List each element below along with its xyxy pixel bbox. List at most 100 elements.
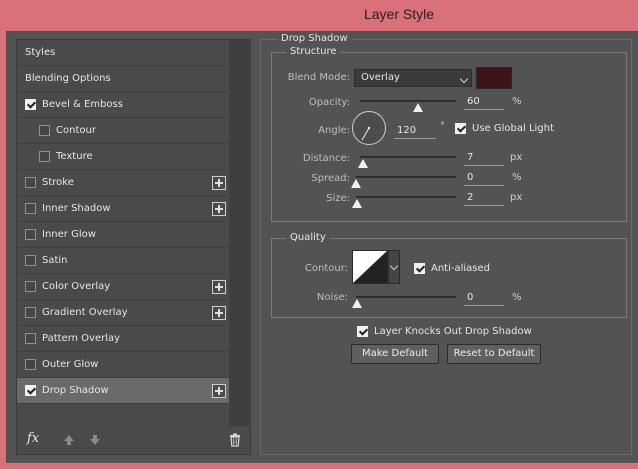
blend-mode-select[interactable]: Overlay: [354, 69, 472, 87]
size-slider-thumb[interactable]: [352, 199, 362, 208]
bevel-and-emboss-checkbox[interactable]: [25, 99, 36, 110]
angle-label: Angle:: [318, 125, 350, 136]
style-item-label: Inner Shadow: [42, 203, 111, 214]
style-item-label: Outer Glow: [42, 359, 99, 370]
reset-to-default-button[interactable]: Reset to Default: [447, 344, 541, 364]
styles-panel: Styles Blending Options Bevel & Emboss Cont…: [16, 39, 251, 455]
style-item-satin[interactable]: Satin: [17, 248, 229, 274]
noise-label: Noise:: [316, 292, 348, 303]
quality-group: Quality Contour: Anti-aliased Noise: 0 %: [271, 232, 627, 318]
style-item-label: Satin: [42, 255, 68, 266]
style-item-blending-options[interactable]: Blending Options: [17, 66, 229, 92]
style-item-gradient-overlay[interactable]: Gradient Overlay: [17, 300, 229, 326]
add-inner-shadow-icon[interactable]: [212, 202, 226, 216]
stroke-checkbox[interactable]: [25, 177, 36, 188]
inner-shadow-checkbox[interactable]: [25, 203, 36, 214]
distance-slider-thumb[interactable]: [358, 159, 368, 168]
texture-checkbox[interactable]: [39, 151, 50, 162]
style-item-label: Drop Shadow: [42, 385, 109, 396]
title-bar: Layer Style: [0, 0, 638, 31]
opacity-input[interactable]: 60: [464, 94, 504, 110]
contour-dropdown-chevron-icon[interactable]: [388, 250, 400, 284]
satin-checkbox[interactable]: [25, 255, 36, 266]
distance-input[interactable]: 7: [464, 150, 504, 166]
noise-slider-track[interactable]: [356, 296, 456, 298]
noise-input[interactable]: 0: [464, 290, 504, 306]
distance-slider-track[interactable]: [360, 156, 456, 158]
use-global-light-check[interactable]: [455, 123, 466, 134]
style-item-bevel-and-emboss[interactable]: Bevel & Emboss: [17, 92, 229, 118]
blend-mode-label: Blend Mode:: [287, 72, 350, 83]
opacity-slider-thumb[interactable]: [412, 103, 423, 112]
drop-shadow-panel: Drop Shadow Structure Blend Mode: Overla…: [260, 33, 632, 455]
quality-title: Quality: [286, 232, 330, 243]
add-stroke-icon[interactable]: [212, 176, 226, 190]
style-item-label: Texture: [56, 151, 93, 162]
angle-input[interactable]: 120: [394, 123, 436, 139]
style-item-pattern-overlay[interactable]: Pattern Overlay: [17, 326, 229, 352]
trash-icon[interactable]: [229, 433, 241, 447]
make-default-button[interactable]: Make Default: [351, 344, 439, 364]
gradient-overlay-checkbox[interactable]: [25, 307, 36, 318]
style-item-label: Contour: [56, 125, 96, 136]
anti-aliased-check[interactable]: [414, 263, 425, 274]
size-slider-track[interactable]: [356, 196, 456, 198]
outer-glow-checkbox[interactable]: [25, 359, 36, 370]
add-gradient-overlay-icon[interactable]: [212, 306, 226, 320]
size-unit: px: [510, 192, 523, 203]
spread-slider-track[interactable]: [356, 176, 456, 178]
style-item-inner-glow[interactable]: Inner Glow: [17, 222, 229, 248]
opacity-unit: %: [512, 96, 522, 107]
angle-dial[interactable]: [352, 111, 386, 145]
contour-preview[interactable]: [352, 250, 388, 284]
style-item-label: Styles: [25, 47, 56, 58]
style-item-styles[interactable]: Styles: [17, 40, 229, 66]
style-item-label: Blending Options: [25, 73, 111, 84]
layer-knocks-out-label: Layer Knocks Out Drop Shadow: [374, 326, 532, 337]
noise-unit: %: [512, 292, 522, 303]
style-item-label: Inner Glow: [42, 229, 96, 240]
inner-glow-checkbox[interactable]: [25, 229, 36, 240]
layer-knocks-out-checkbox[interactable]: Layer Knocks Out Drop Shadow: [357, 326, 532, 337]
add-color-overlay-icon[interactable]: [212, 280, 226, 294]
styles-scrollbar[interactable]: [229, 40, 251, 426]
style-item-contour[interactable]: Contour: [17, 118, 229, 144]
style-item-stroke[interactable]: Stroke: [17, 170, 229, 196]
use-global-light-label: Use Global Light: [472, 123, 554, 134]
angle-unit: °: [440, 121, 445, 132]
size-label: Size:: [326, 193, 350, 204]
contour-label: Contour:: [304, 263, 348, 274]
section-title: Drop Shadow: [277, 33, 352, 44]
chevron-down-icon: [459, 74, 469, 84]
spread-input[interactable]: 0: [464, 170, 504, 186]
anti-aliased-checkbox[interactable]: Anti-aliased: [414, 263, 490, 274]
style-item-drop-shadow[interactable]: Drop Shadow: [17, 378, 229, 404]
size-input[interactable]: 2: [464, 190, 504, 206]
arrow-up-icon[interactable]: [63, 434, 75, 446]
distance-label: Distance:: [302, 153, 350, 164]
shadow-color-swatch[interactable]: [476, 67, 512, 89]
layer-knocks-out-check[interactable]: [357, 326, 368, 337]
use-global-light-checkbox[interactable]: Use Global Light: [455, 123, 554, 134]
opacity-slider-track[interactable]: [360, 100, 456, 102]
structure-group: Structure Blend Mode: Overlay Opacity: 6…: [271, 46, 627, 222]
fx-icon[interactable]: fx: [27, 431, 39, 446]
style-item-inner-shadow[interactable]: Inner Shadow: [17, 196, 229, 222]
arrow-down-icon[interactable]: [89, 434, 101, 446]
style-item-texture[interactable]: Texture: [17, 144, 229, 170]
contour-checkbox[interactable]: [39, 125, 50, 136]
spread-unit: %: [512, 172, 522, 183]
structure-title: Structure: [286, 46, 341, 57]
pattern-overlay-checkbox[interactable]: [25, 333, 36, 344]
style-item-outer-glow[interactable]: Outer Glow: [17, 352, 229, 378]
drop-shadow-checkbox[interactable]: [25, 385, 36, 396]
style-item-label: Bevel & Emboss: [42, 99, 123, 110]
style-item-label: Stroke: [42, 177, 74, 188]
color-overlay-checkbox[interactable]: [25, 281, 36, 292]
noise-slider-thumb[interactable]: [352, 299, 362, 308]
spread-slider-thumb[interactable]: [351, 179, 361, 188]
style-item-color-overlay[interactable]: Color Overlay: [17, 274, 229, 300]
distance-unit: px: [510, 152, 523, 163]
add-drop-shadow-icon[interactable]: [212, 384, 226, 398]
blend-mode-value: Overlay: [361, 72, 400, 83]
